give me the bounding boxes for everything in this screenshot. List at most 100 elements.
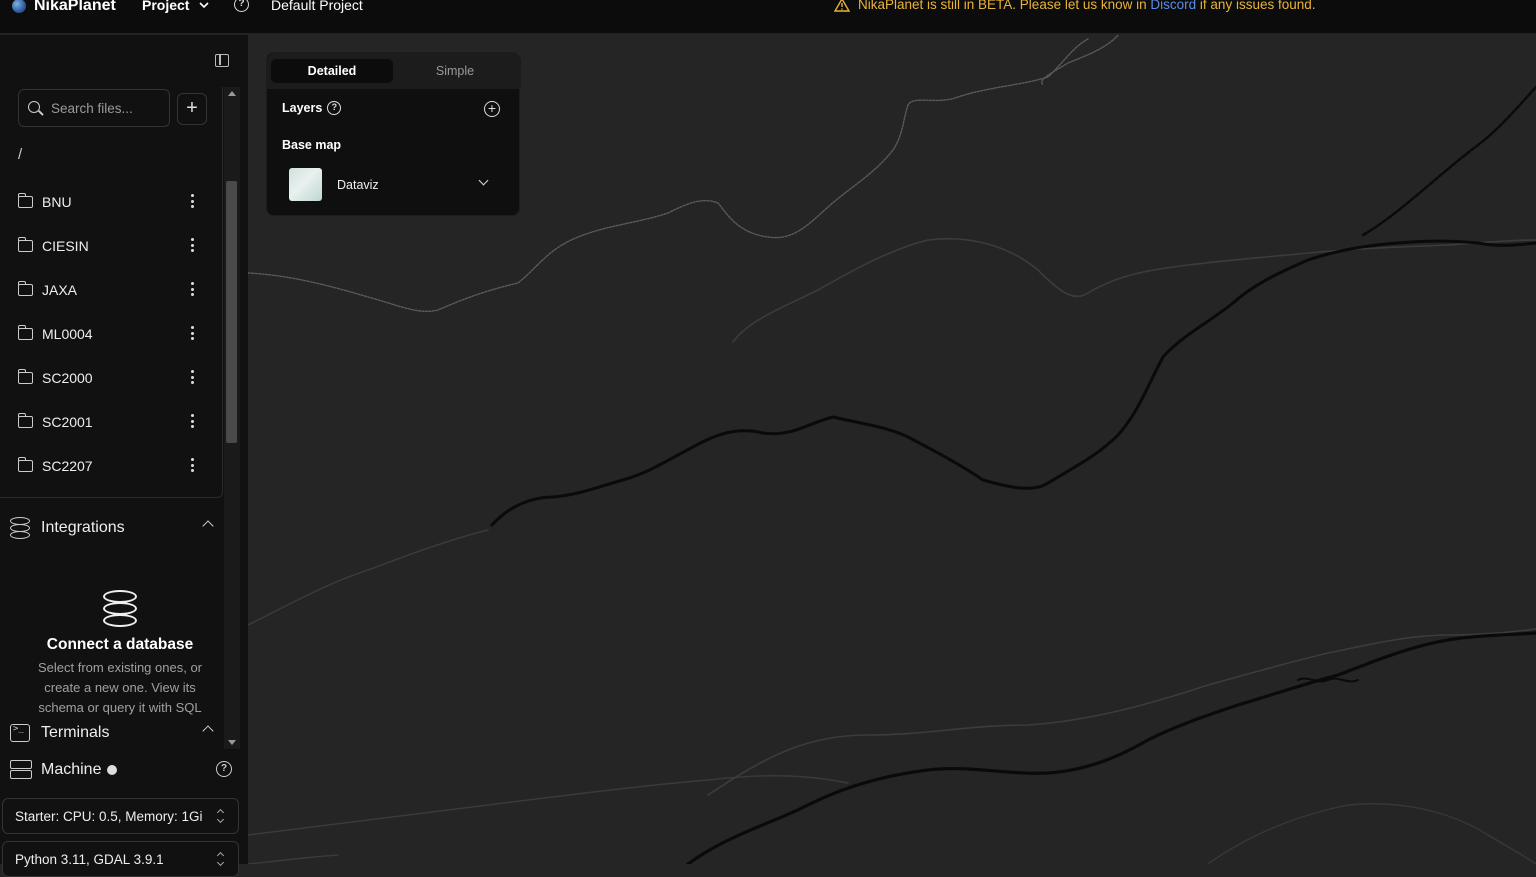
brand-name: NikaPlanet — [34, 0, 116, 14]
sidebar: Search files... + / BNU CIESIN JAXA ML00… — [0, 35, 248, 877]
river-line — [248, 854, 339, 864]
top-bar: NikaPlanet Project ? Default Project Nik… — [0, 0, 1536, 34]
search-input[interactable]: Search files... — [18, 89, 170, 127]
layers-label: Layers — [282, 101, 323, 115]
more-options-icon[interactable] — [190, 194, 194, 208]
folder-item[interactable]: SC2207 — [17, 451, 210, 481]
folder-name: SC2001 — [42, 414, 93, 430]
folder-icon — [17, 457, 33, 472]
chevron-down-icon — [199, 2, 210, 9]
basemap-thumbnail — [289, 168, 322, 201]
files-panel: Search files... + / BNU CIESIN JAXA ML00… — [0, 87, 223, 498]
river-line — [707, 628, 1536, 796]
connect-database[interactable]: Connect a database Select from existing … — [20, 590, 220, 718]
more-options-icon[interactable] — [190, 414, 194, 428]
scroll-up-icon[interactable] — [228, 91, 236, 96]
sidebar-scrollbar[interactable] — [224, 87, 240, 749]
river-line — [1361, 85, 1536, 237]
connect-title: Connect a database — [46, 636, 194, 653]
folder-icon — [17, 193, 33, 208]
globe-logo-icon — [12, 0, 26, 13]
more-options-icon[interactable] — [190, 238, 194, 252]
folder-name: ML0004 — [42, 326, 93, 342]
main-river — [686, 631, 1536, 864]
terminals-title: Terminals — [41, 724, 110, 741]
chevron-up-icon[interactable] — [202, 725, 214, 737]
folder-item[interactable]: BNU — [17, 187, 210, 217]
basemap-select[interactable]: Dataviz — [289, 168, 499, 201]
folder-icon — [17, 325, 33, 340]
folder-icon — [17, 281, 33, 296]
chevron-up-icon[interactable] — [202, 520, 214, 532]
beta-text: NikaPlanet is still in BETA. Please let … — [858, 0, 1147, 12]
help-icon[interactable]: ? — [327, 101, 342, 115]
basemap-label: Base map — [282, 138, 342, 152]
machine-title: Machine — [41, 761, 102, 778]
add-file-button[interactable]: + — [177, 93, 207, 125]
folder-name: SC2207 — [42, 458, 93, 474]
chevron-updown-icon — [218, 853, 224, 867]
sidebar-collapse-icon[interactable] — [215, 54, 229, 67]
folder-name: SC2000 — [42, 370, 93, 386]
chevron-down-icon — [478, 175, 489, 186]
machine-header: Machine ? — [10, 758, 238, 782]
river-line — [1297, 677, 1359, 683]
scroll-thumb[interactable] — [226, 181, 237, 443]
folder-icon — [17, 369, 33, 384]
folder-name: CIESIN — [42, 238, 89, 254]
integrations-title: Integrations — [41, 519, 125, 536]
beta-notice: NikaPlanet is still in BETA. Please let … — [834, 0, 1316, 12]
river-line — [248, 529, 489, 626]
machine-env-value: Python 3.11, GDAL 3.9.1 — [15, 851, 164, 867]
search-icon — [28, 101, 40, 113]
river-line — [732, 237, 1536, 343]
database-large-icon — [103, 590, 137, 628]
folder-icon — [17, 237, 33, 252]
terminal-icon — [10, 724, 30, 742]
discord-link[interactable]: Discord — [1150, 0, 1196, 12]
terminals-header[interactable]: Terminals — [10, 721, 216, 745]
more-options-icon[interactable] — [190, 370, 194, 384]
machine-tier-value: Starter: CPU: 0.5, Memory: 1Gi — [15, 808, 203, 824]
main-river — [490, 239, 1536, 527]
basemap-value: Dataviz — [337, 177, 379, 192]
warning-icon — [834, 0, 850, 12]
server-icon — [10, 760, 32, 780]
search-placeholder: Search files... — [51, 100, 133, 116]
project-menu-label: Project — [142, 0, 190, 13]
more-options-icon[interactable] — [190, 326, 194, 340]
integrations-header[interactable]: Integrations — [10, 516, 216, 540]
folder-item[interactable]: SC2000 — [17, 363, 210, 393]
folder-item[interactable]: ML0004 — [17, 319, 210, 349]
layers-heading: Layers ? — [282, 101, 342, 115]
folder-item[interactable]: JAXA — [17, 275, 210, 305]
boundary-line — [1041, 35, 1119, 86]
tab-detailed[interactable]: Detailed — [271, 59, 393, 83]
more-options-icon[interactable] — [190, 458, 194, 472]
tab-simple[interactable]: Simple — [394, 59, 516, 83]
chevron-updown-icon — [218, 810, 224, 824]
help-icon[interactable]: ? — [234, 0, 249, 12]
view-mode-tabs: Detailed Simple — [267, 53, 521, 89]
root-path: / — [18, 146, 23, 163]
scroll-down-icon[interactable] — [228, 740, 236, 745]
folder-item[interactable]: CIESIN — [17, 231, 210, 261]
machine-status-dot — [107, 765, 118, 775]
machine-tier-select[interactable]: Starter: CPU: 0.5, Memory: 1Gi — [2, 798, 239, 834]
project-menu[interactable]: Project — [142, 0, 210, 13]
database-icon — [10, 517, 30, 539]
folder-name: JAXA — [42, 282, 78, 298]
machine-env-select[interactable]: Python 3.11, GDAL 3.9.1 — [2, 841, 239, 877]
folder-name: BNU — [42, 194, 72, 210]
layers-panel: Detailed Simple Layers ? + Base map Data… — [266, 52, 521, 216]
project-name: Default Project — [271, 0, 363, 13]
folder-item[interactable]: SC2001 — [17, 407, 210, 437]
brand[interactable]: NikaPlanet — [12, 0, 116, 15]
more-options-icon[interactable] — [190, 282, 194, 296]
connect-description: Select from existing ones, or create a n… — [37, 660, 203, 715]
beta-text-suffix: if any issues found. — [1199, 0, 1316, 12]
folder-icon — [17, 413, 33, 428]
add-layer-icon[interactable]: + — [484, 101, 500, 117]
river-line — [1207, 803, 1536, 864]
help-icon[interactable]: ? — [216, 761, 232, 777]
